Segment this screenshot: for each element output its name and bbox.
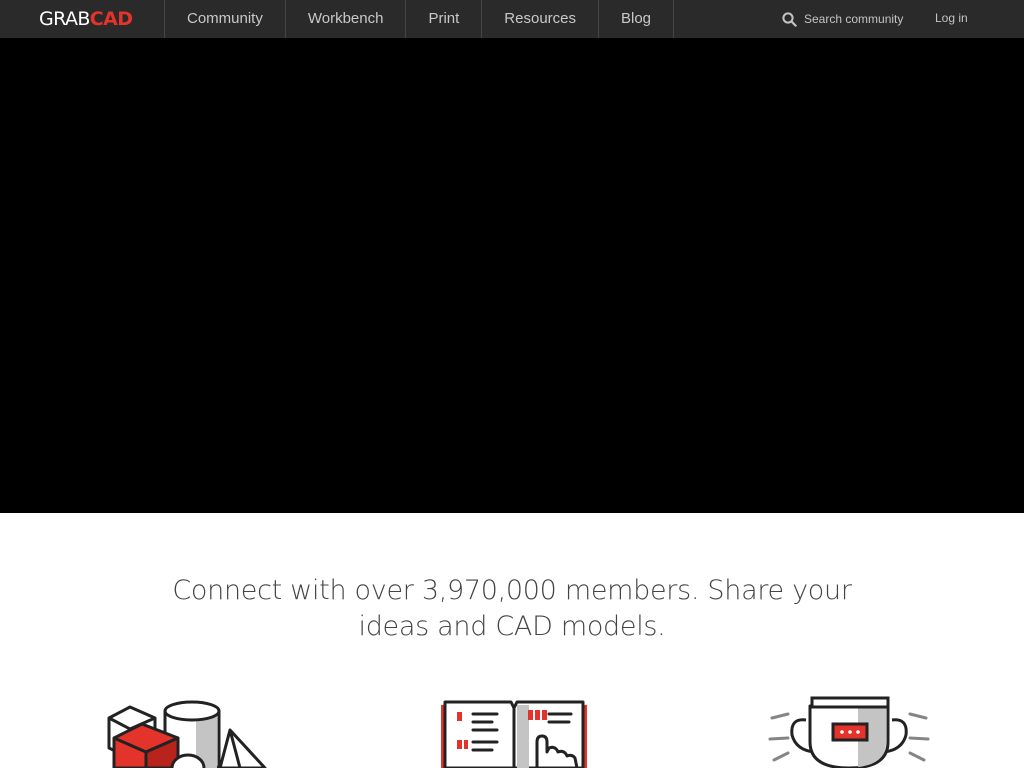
grabcad-logo[interactable]: GRABCAD bbox=[39, 8, 133, 30]
search-community-button[interactable]: Search community bbox=[782, 0, 903, 38]
nav-print[interactable]: Print bbox=[406, 0, 483, 38]
nav-blog[interactable]: Blog bbox=[599, 0, 675, 38]
logo-grab-text: GRAB bbox=[39, 8, 90, 30]
cad-models-icon bbox=[107, 700, 267, 768]
nav-community[interactable]: Community bbox=[165, 0, 286, 38]
search-icon bbox=[782, 11, 797, 27]
main-nav: Community Workbench Print Resources Blog bbox=[164, 0, 675, 38]
tagline: Connect with over 3,970,000 members. Sha… bbox=[172, 575, 852, 642]
logo-cad-text: CAD bbox=[89, 8, 133, 30]
search-label: Search community bbox=[804, 12, 904, 26]
trophy-challenges-icon bbox=[768, 696, 930, 768]
nav-resources[interactable]: Resources bbox=[482, 0, 599, 38]
top-navigation-bar: GRABCAD Community Workbench Print Resour… bbox=[0, 0, 1024, 38]
login-link[interactable]: Log in bbox=[935, 0, 968, 37]
tutorials-book-icon bbox=[441, 700, 587, 768]
hero-video-area[interactable] bbox=[0, 38, 1024, 513]
nav-workbench[interactable]: Workbench bbox=[286, 0, 407, 38]
